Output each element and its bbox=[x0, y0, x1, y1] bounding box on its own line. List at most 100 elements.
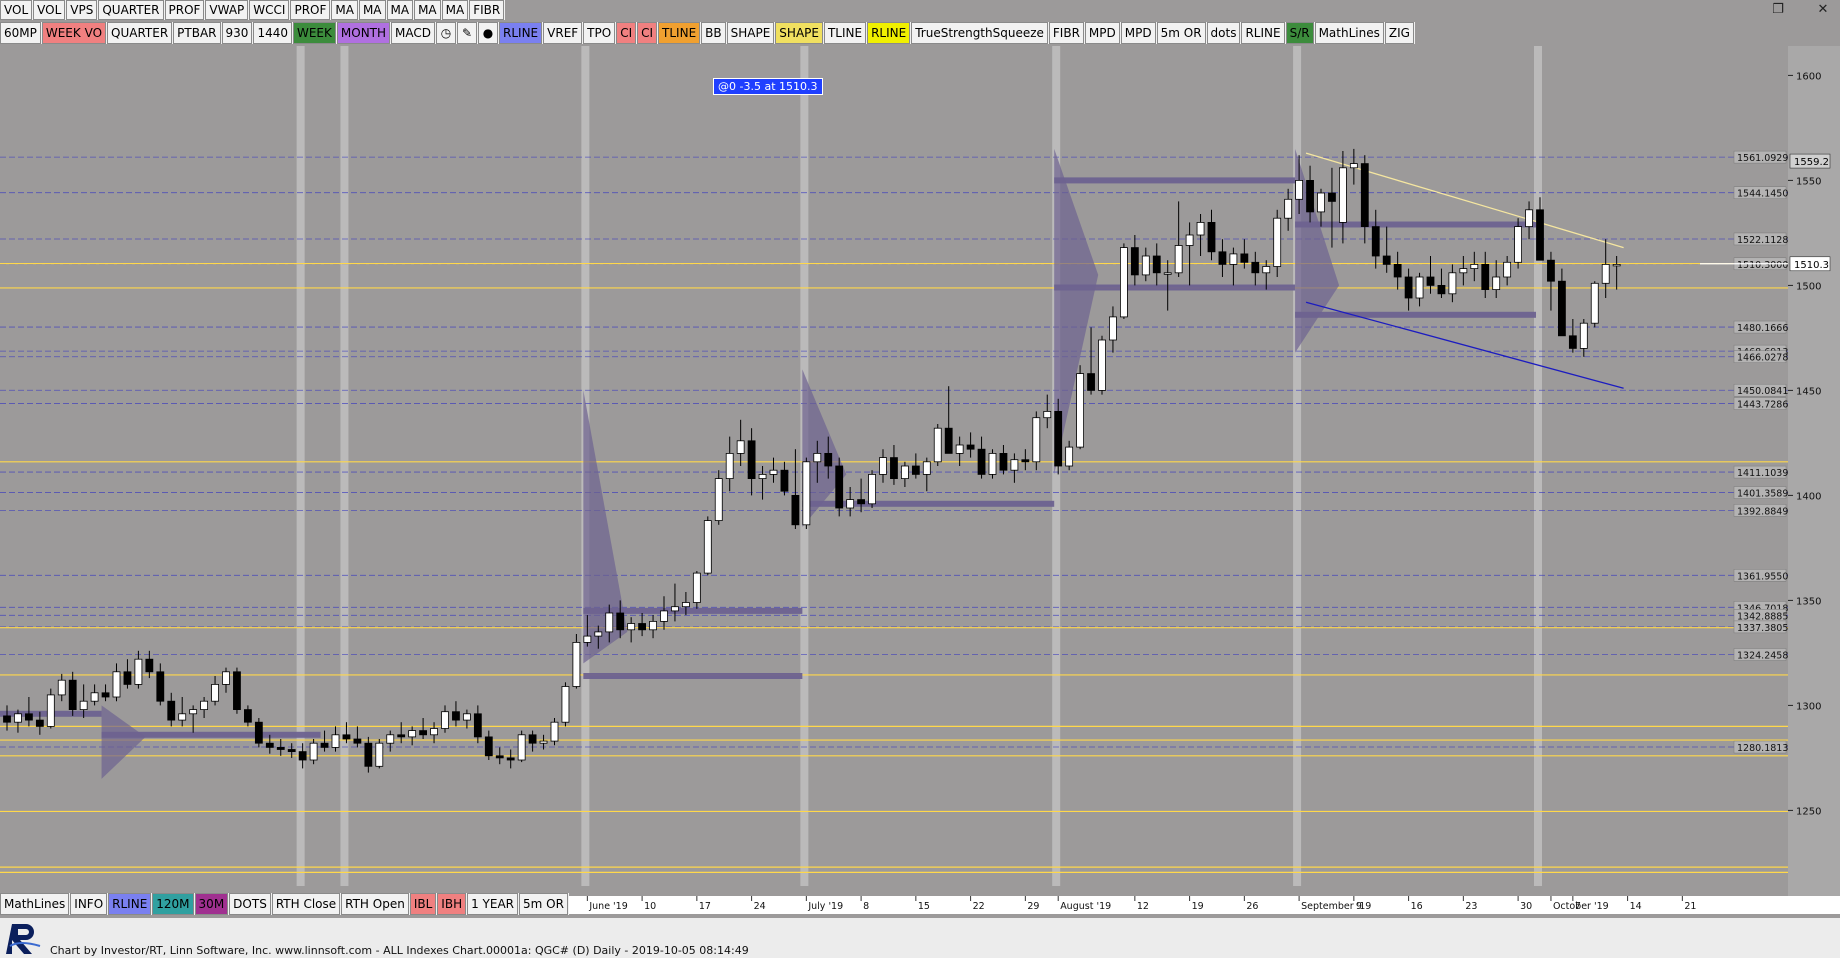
candle-body-74 bbox=[813, 452, 822, 463]
toolbar-button-prof[interactable]: PROF bbox=[164, 0, 205, 20]
toolbar-button-ci[interactable]: CI bbox=[637, 22, 658, 44]
toolbar-button-ma[interactable]: MA bbox=[331, 0, 358, 20]
restore-window-icon[interactable]: ❐ bbox=[1765, 0, 1791, 20]
level-label-4: 1480.1666 bbox=[1737, 323, 1788, 334]
toolbar-button-rline[interactable]: RLINE bbox=[499, 22, 543, 44]
candle-body-135 bbox=[1481, 263, 1490, 290]
toolbar-button-30m[interactable]: 30M bbox=[194, 893, 229, 915]
toolbar-button-dots[interactable]: DOTS bbox=[229, 893, 271, 915]
toolbar-button-ci[interactable]: CI bbox=[616, 22, 637, 44]
toolbar-button-rline[interactable]: RLINE bbox=[867, 22, 911, 44]
y-tick-label-4: 1450 bbox=[1796, 386, 1821, 397]
close-window-icon[interactable]: ✕ bbox=[1810, 0, 1836, 20]
candle-body-29 bbox=[320, 742, 329, 748]
profile-band-6 bbox=[1054, 177, 1296, 184]
toolbar-button-1440[interactable]: 1440 bbox=[253, 22, 292, 44]
toolbar-button-ibh[interactable]: IBH bbox=[437, 893, 467, 915]
toolbar-button-ma[interactable]: MA bbox=[414, 0, 441, 20]
toolbar-button-5m-or[interactable]: 5m OR bbox=[519, 893, 568, 915]
candle-body-133 bbox=[1459, 268, 1468, 274]
toolbar-button-quarter[interactable]: QUARTER bbox=[107, 22, 173, 44]
candle-body-54 bbox=[594, 631, 603, 637]
last-price-label: 1510.3 bbox=[1794, 260, 1829, 271]
toolbar-button-mpd[interactable]: MPD bbox=[1120, 22, 1156, 44]
toolbar-button-ibl[interactable]: IBL bbox=[409, 893, 437, 915]
candle-body-79 bbox=[868, 473, 876, 505]
candle-body-143 bbox=[1568, 335, 1577, 349]
candle-body-121 bbox=[1328, 192, 1336, 202]
toolbar-button-week-vo[interactable]: WEEK VO bbox=[41, 22, 107, 44]
level-label-16: 1324.2458 bbox=[1737, 650, 1788, 661]
toolbar-button-quarter[interactable]: QUARTER bbox=[98, 0, 164, 20]
toolbar-button-1-year[interactable]: 1 YEAR bbox=[467, 893, 519, 915]
toolbar-button-ma[interactable]: MA bbox=[441, 0, 469, 20]
candle-body-2 bbox=[24, 713, 33, 721]
candle-body-21 bbox=[233, 671, 241, 710]
toolbar-button-rline[interactable]: RLINE bbox=[1241, 22, 1285, 44]
y-tick-label-6: 1550 bbox=[1796, 176, 1821, 187]
toolbar-button-week[interactable]: WEEK bbox=[292, 22, 336, 44]
toolbar-button-prof[interactable]: PROF bbox=[290, 0, 331, 20]
candle-body-132 bbox=[1448, 272, 1457, 295]
toolbar-button-rth-open[interactable]: RTH Open bbox=[341, 893, 409, 915]
toolbar-button-truestrengthsqueeze[interactable]: TrueStrengthSqueeze bbox=[911, 22, 1048, 44]
toolbar-button-5m-or[interactable]: 5m OR bbox=[1156, 22, 1206, 44]
toolbar-button-vol[interactable]: VOL bbox=[33, 0, 66, 20]
toolbar-button-vol[interactable]: VOL bbox=[0, 0, 33, 20]
toolbar-button-tpo[interactable]: TPO bbox=[583, 22, 616, 44]
candle-body-113 bbox=[1240, 253, 1249, 263]
candle-body-61 bbox=[671, 606, 679, 612]
toolbar-button-tline[interactable]: TLINE bbox=[658, 22, 701, 44]
candle-body-146 bbox=[1601, 263, 1610, 284]
price-chart[interactable]: 1250 1300 1350 1400 1450 1500 1550 1600 1561.092… bbox=[0, 46, 1840, 914]
pencil-icon[interactable]: ✎ bbox=[457, 22, 478, 44]
candle-body-40 bbox=[441, 711, 449, 729]
toolbar-button-mathlines[interactable]: MathLines bbox=[0, 893, 70, 915]
toolbar-button-shape[interactable]: SHAPE bbox=[726, 22, 775, 44]
toolbar-button-rth-close[interactable]: RTH Close bbox=[271, 893, 341, 915]
toolbar-button-info[interactable]: INFO bbox=[70, 893, 108, 915]
toolbar-button-vwap[interactable]: VWAP bbox=[205, 0, 249, 20]
candle-body-51 bbox=[561, 686, 570, 723]
candle-body-26 bbox=[287, 749, 296, 752]
candle-body-14 bbox=[156, 671, 165, 702]
x-tick-label-23: 19 bbox=[1192, 901, 1204, 912]
toolbar-button-month[interactable]: MONTH bbox=[336, 22, 391, 44]
candle-body-33 bbox=[364, 742, 373, 767]
toolbar-button-60mp[interactable]: 60MP bbox=[0, 22, 41, 44]
toolbar-button-mpd[interactable]: MPD bbox=[1084, 22, 1120, 44]
toolbar-button-wcci[interactable]: WCCI bbox=[249, 0, 290, 20]
toolbar-button-fibr[interactable]: FIBR bbox=[1048, 22, 1084, 44]
toolbar-button-ptbar[interactable]: PTBAR bbox=[173, 22, 221, 44]
toolbar-button-930[interactable]: 930 bbox=[221, 22, 253, 44]
drop-icon[interactable]: ● bbox=[478, 22, 499, 44]
toolbar-button-shape[interactable]: SHAPE bbox=[775, 22, 823, 44]
toolbar-button-vref[interactable]: VREF bbox=[543, 22, 583, 44]
candle-body-92 bbox=[1010, 459, 1019, 471]
toolbar-button-vps[interactable]: VPS bbox=[66, 0, 98, 20]
toolbar-button-s-r[interactable]: S/R bbox=[1285, 22, 1314, 44]
candle-body-126 bbox=[1382, 255, 1391, 265]
candle-body-31 bbox=[342, 734, 351, 740]
toolbar-button-bb[interactable]: BB bbox=[701, 22, 726, 44]
toolbar-button-mathlines[interactable]: MathLines bbox=[1314, 22, 1384, 44]
candle-body-3 bbox=[35, 719, 44, 727]
toolbar-button-120m[interactable]: 120M bbox=[152, 893, 194, 915]
y-tick-label-5: 1500 bbox=[1796, 281, 1821, 292]
profile-band-7 bbox=[1295, 221, 1536, 228]
level-label-15: 1337.3805 bbox=[1737, 623, 1788, 634]
toolbar-button-macd[interactable]: MACD bbox=[391, 22, 436, 44]
candle-body-60 bbox=[660, 610, 668, 622]
toolbar-button-dots[interactable]: dots bbox=[1206, 22, 1241, 44]
toolbar-button-ma[interactable]: MA bbox=[386, 0, 414, 20]
clock-icon[interactable]: ◷ bbox=[436, 22, 457, 44]
candle-body-138 bbox=[1514, 226, 1522, 263]
toolbar-button-tline[interactable]: TLINE bbox=[823, 22, 867, 44]
toolbar-button-zig[interactable]: ZIG bbox=[1384, 22, 1414, 44]
toolbar-button-ma[interactable]: MA bbox=[358, 0, 386, 20]
toolbar-button-fibr[interactable]: FIBR bbox=[469, 0, 505, 20]
toolbar-button-rline[interactable]: RLINE bbox=[108, 893, 152, 915]
candle-body-80 bbox=[879, 457, 887, 475]
candle-body-37 bbox=[408, 730, 417, 738]
level-label-11: 1392.8849 bbox=[1737, 506, 1788, 517]
